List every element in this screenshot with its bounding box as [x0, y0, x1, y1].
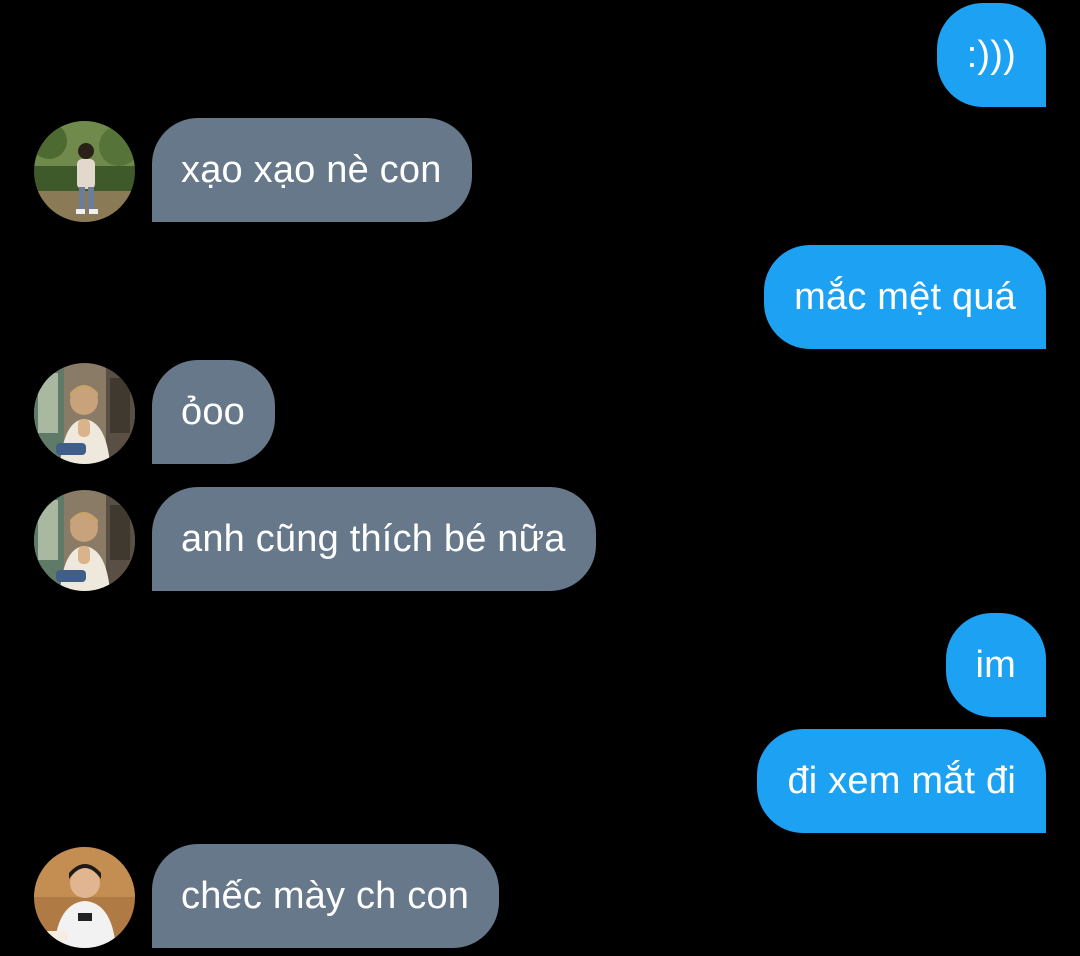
person-photo-cafe-icon — [34, 490, 135, 591]
message-text: ỏoo — [181, 390, 246, 433]
sent-message-bubble[interactable]: :))) — [936, 3, 1046, 107]
received-message-bubble[interactable]: ỏoo — [152, 360, 276, 464]
conversation-thread[interactable]: :))) xạo xạo nè con mắc mệt quá ỏoo anh … — [0, 0, 1080, 956]
message-text: đi xem mắt đi — [787, 759, 1016, 802]
sent-message-bubble[interactable]: im — [945, 613, 1046, 717]
avatar[interactable] — [34, 847, 135, 948]
avatar[interactable] — [34, 490, 135, 591]
avatar[interactable] — [34, 121, 135, 222]
received-message-bubble[interactable]: chếc mày ch con — [152, 844, 500, 948]
person-photo-park-icon — [34, 121, 135, 222]
message-text: anh cũng thích bé nữa — [181, 517, 566, 560]
received-message-bubble[interactable]: anh cũng thích bé nữa — [152, 487, 596, 591]
message-text: mắc mệt quá — [794, 275, 1016, 318]
message-text: xạo xạo nè con — [181, 148, 442, 191]
avatar[interactable] — [34, 363, 135, 464]
sent-message-bubble[interactable]: đi xem mắt đi — [757, 729, 1046, 833]
person-photo-cafe-icon — [34, 363, 135, 464]
message-text: im — [975, 643, 1016, 686]
sent-message-bubble[interactable]: mắc mệt quá — [764, 245, 1046, 349]
message-text: :))) — [966, 33, 1016, 76]
person-photo-portrait-icon — [34, 847, 135, 948]
message-text: chếc mày ch con — [181, 874, 470, 917]
received-message-bubble[interactable]: xạo xạo nè con — [152, 118, 472, 222]
